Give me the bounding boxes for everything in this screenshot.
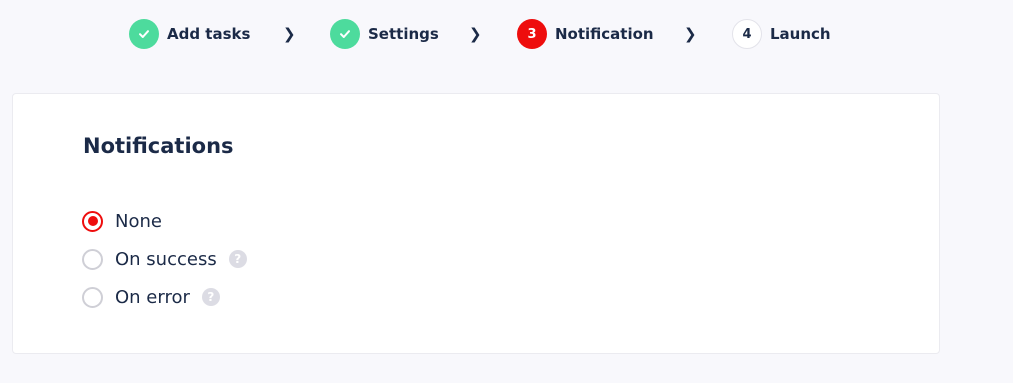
step-number-badge: 4 (732, 19, 762, 49)
step-add-tasks[interactable]: Add tasks (129, 19, 250, 49)
step-number-badge: 3 (517, 19, 547, 49)
step-done-badge (129, 19, 159, 49)
stepper: Add tasks ❯ Settings ❯ 3 Notification ❯ … (0, 0, 1013, 70)
chevron-right-icon: ❯ (469, 25, 482, 43)
radio-option-none[interactable]: None (82, 209, 162, 233)
step-done-badge (330, 19, 360, 49)
radio-button[interactable] (82, 286, 103, 308)
checkmark-icon (139, 30, 149, 38)
step-label: Settings (368, 25, 439, 43)
radio-option-on-error[interactable]: On error ? (82, 285, 220, 309)
step-label: Notification (555, 25, 654, 43)
card-title: Notifications (83, 134, 234, 158)
step-label: Launch (770, 25, 831, 43)
radio-label: None (115, 210, 162, 232)
step-settings[interactable]: Settings (330, 19, 439, 49)
radio-button[interactable] (82, 210, 103, 232)
step-label: Add tasks (167, 25, 251, 43)
help-icon[interactable]: ? (228, 250, 247, 268)
step-notification[interactable]: 3 Notification (517, 19, 654, 49)
checkmark-icon (340, 30, 350, 38)
chevron-right-icon: ❯ (283, 25, 296, 43)
notifications-card: Notifications None On success ? On error… (12, 93, 940, 354)
step-launch[interactable]: 4 Launch (732, 19, 831, 49)
radio-label: On success (115, 248, 217, 270)
radio-button[interactable] (82, 248, 103, 270)
chevron-right-icon: ❯ (684, 25, 697, 43)
radio-option-on-success[interactable]: On success ? (82, 247, 247, 271)
help-icon[interactable]: ? (201, 288, 220, 306)
radio-label: On error (115, 286, 190, 308)
